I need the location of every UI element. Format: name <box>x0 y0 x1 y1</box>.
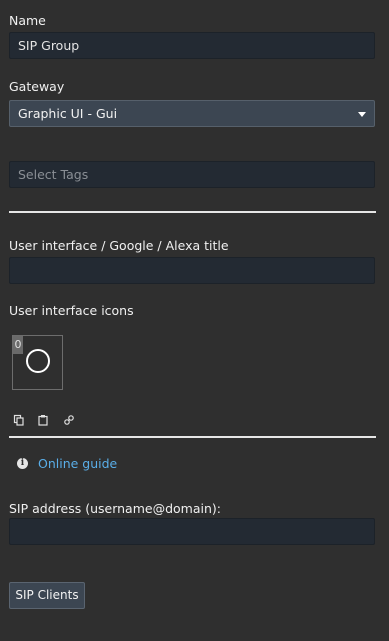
ui-title-label: User interface / Google / Alexa title <box>9 238 229 253</box>
tags-select[interactable]: Select Tags <box>9 161 375 188</box>
clipboard-icon[interactable] <box>37 411 49 426</box>
divider <box>9 211 376 213</box>
info-icon: i <box>17 458 28 469</box>
name-label: Name <box>9 13 46 28</box>
icon-index-badge: 0 <box>13 336 23 354</box>
chevron-down-icon <box>358 112 366 117</box>
circle-icon <box>26 349 50 373</box>
sip-address-label: SIP address (username@domain): <box>9 501 221 516</box>
sip-clients-button[interactable]: SIP Clients <box>9 582 85 609</box>
settings-panel: Name SIP Group Gateway Graphic UI - Gui … <box>0 0 389 641</box>
sip-address-field[interactable] <box>9 518 375 545</box>
link-icon[interactable] <box>63 411 75 425</box>
ui-icons-label: User interface icons <box>9 303 134 318</box>
gateway-select[interactable]: Graphic UI - Gui <box>9 100 375 127</box>
online-guide-link[interactable]: Online guide <box>38 456 117 471</box>
divider <box>9 436 376 438</box>
ui-title-field[interactable] <box>9 257 375 284</box>
gateway-label: Gateway <box>9 79 65 94</box>
name-field[interactable]: SIP Group <box>9 32 375 59</box>
copy-icon[interactable] <box>13 411 25 426</box>
gateway-selected-value: Graphic UI - Gui <box>18 106 118 121</box>
icon-slot[interactable]: 0 <box>12 335 63 390</box>
